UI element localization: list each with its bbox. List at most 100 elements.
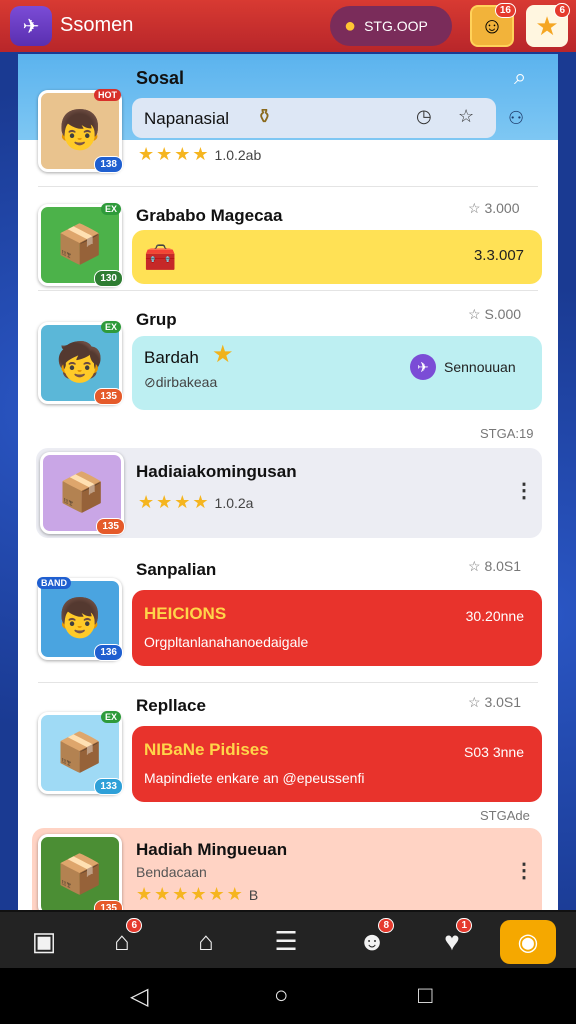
offer-card[interactable]: HEICIONS Orgpltanlanahanoedaigale 30.20n… — [132, 590, 542, 666]
footer-tag: STGAde — [480, 808, 530, 823]
price-value: 3.3.007 — [473, 247, 524, 264]
coin-person-icon: ● — [344, 14, 357, 37]
share-icon[interactable]: ⚇ — [508, 108, 524, 129]
score-value: S.000 — [484, 306, 522, 322]
thumb-top-tag: EX — [100, 203, 121, 215]
thumb-level: 138 — [94, 156, 123, 173]
coin-balance[interactable]: ● STG.OOP — [330, 6, 452, 46]
thumb-level: 136 — [94, 644, 123, 661]
nav-badge: 8 — [378, 918, 394, 933]
thumb-level: 135 — [94, 900, 123, 910]
item-title: Grababo Magecaa — [136, 206, 283, 225]
rating-text: 1.0.2a — [214, 495, 254, 511]
offer-card[interactable]: NIBaNe Pidises Mapindiete enkare an @epe… — [132, 726, 542, 802]
item-title: Hadiah Mingueuan — [136, 840, 288, 859]
favorite-icon[interactable]: ☆ — [458, 106, 474, 127]
nav-chat-icon[interactable]: ▣ — [24, 922, 64, 960]
star-badge: 6 — [554, 3, 570, 18]
star-icon: ★ — [212, 341, 234, 368]
item-subtitle: Bendacaan — [136, 864, 207, 880]
more-options-icon[interactable]: ⋮ — [514, 478, 534, 503]
rating-stars: ★★★★ 1.0.2ab — [138, 144, 262, 164]
top-bar: ✈ Ssomen ● STG.OOP ☺ 16 ★ 6 — [0, 0, 576, 52]
back-icon[interactable]: ◁ — [130, 982, 148, 1011]
score-label: ☆ S.000 — [468, 306, 522, 322]
nav-friends-icon[interactable]: ☻ 8 — [352, 918, 394, 960]
card-action: Sennouuan — [444, 359, 516, 375]
recents-icon[interactable]: □ — [418, 982, 433, 1010]
home-icon[interactable]: ○ — [274, 982, 289, 1010]
chest-icon: 📦 — [58, 472, 106, 514]
character-icon: 👦 — [56, 598, 104, 640]
bottom-navigation: ▣ ⌂ 6 ⌂ ☰ ☻ 8 ♥ 1 ◉ — [0, 910, 576, 968]
nav-menu-icon[interactable]: ☰ — [266, 922, 306, 960]
thumb-level: 133 — [94, 778, 123, 795]
nav-badge: 6 — [126, 918, 142, 933]
nav-store-icon[interactable]: ⌂ — [186, 922, 226, 960]
list-item[interactable]: 📦 135 Hadiah Mingueuan Bendacaan ★★★★★★ B… — [32, 828, 542, 910]
card-subtitle-text: dirbakeaa — [155, 374, 218, 390]
item-thumbnail[interactable]: 📦 EX 130 — [38, 203, 123, 287]
item-thumbnail[interactable]: 📦 EX 133 — [38, 711, 123, 795]
treasure-icon: 🧰 — [144, 242, 177, 272]
score-label: ☆ 3.0S1 — [468, 694, 522, 710]
divider — [38, 682, 538, 683]
thumb-level: 135 — [94, 388, 123, 405]
item-thumbnail[interactable]: 👦 HOT 138 — [38, 89, 123, 173]
card-subtitle: Mapindiete enkare an @epeussenfi — [144, 770, 365, 786]
nav-badge: 1 — [456, 918, 472, 933]
paper-plane-icon[interactable]: ✈ — [10, 6, 52, 46]
chest-icon: 📦 — [56, 732, 104, 774]
star-button[interactable]: ★ 6 — [526, 3, 570, 47]
rating-text: B — [248, 887, 259, 903]
page-title: Sosal — [136, 68, 185, 88]
list-item[interactable]: 📦 135 Hadiaiakomingusan ★★★★ 1.0.2a ⋮ — [36, 448, 542, 538]
character-icon: 👦 — [56, 110, 104, 152]
thumb-hot-tag: HOT — [94, 89, 121, 101]
score-value: 3.0S1 — [484, 694, 522, 710]
bag-icon: ⚱ — [256, 106, 273, 128]
thumb-level: 130 — [94, 270, 123, 287]
item-title: Repllace — [136, 696, 206, 715]
rating-stars: ★★★★★★ B — [136, 884, 259, 904]
score-label: ☆ 3.000 — [468, 200, 520, 216]
nav-location-icon[interactable]: ◉ — [500, 920, 556, 964]
search-field[interactable]: Napanasial ⚱ ◷ ☆ — [132, 98, 496, 138]
item-thumbnail[interactable]: 👦 BAND 136 — [37, 577, 123, 661]
divider — [38, 290, 538, 291]
system-navigation: ◁ ○ □ — [0, 968, 576, 1024]
thumb-top-tag: EX — [100, 321, 121, 333]
rating-text: 1.0.2ab — [214, 147, 262, 163]
info-card[interactable]: Bardah ★ ⊘dirbakeaa ✈ Sennouuan — [132, 336, 542, 410]
character-icon: 🧒 — [56, 342, 104, 384]
item-title: Sanpalian — [136, 560, 217, 579]
main-panel: 👦 HOT 138 Sosal ⌕ Napanasial ⚱ ◷ ☆ ⚇ ★★★… — [18, 54, 558, 910]
app-title: Ssomen — [60, 14, 134, 36]
card-price: 30.20nne — [465, 608, 524, 624]
rating-stars: ★★★★ 1.0.2a — [138, 492, 254, 512]
footer-tag: STGA:19 — [480, 426, 534, 441]
search-value: Napanasial — [144, 109, 230, 128]
card-subtitle: Orgpltanlanahanoedaigale — [144, 634, 309, 650]
item-title: Grup — [136, 310, 177, 329]
item-title: Hadiaiakomingusan — [136, 462, 297, 481]
price-card[interactable]: 🧰 3.3.007 — [132, 230, 542, 284]
chest-icon: 📦 — [56, 854, 104, 896]
nav-heart-icon[interactable]: ♥ 1 — [432, 918, 472, 960]
score-value: 8.0S1 — [484, 558, 522, 574]
card-subtitle: ⊘dirbakeaa — [144, 374, 218, 390]
score-value: 3.000 — [484, 200, 520, 216]
card-price: S03 3nne — [464, 744, 524, 760]
clock-icon[interactable]: ◷ — [416, 106, 432, 127]
item-thumbnail[interactable]: 🧒 EX 135 — [38, 321, 123, 405]
divider — [38, 186, 538, 187]
thumb-top-tag: BAND — [37, 577, 71, 589]
coin-amount: STG.OOP — [364, 18, 428, 34]
thumb-top-tag: EX — [100, 711, 121, 723]
card-title: NIBaNe Pidises — [144, 740, 269, 759]
item-thumbnail: 📦 135 — [40, 452, 125, 535]
nav-home-icon[interactable]: ⌂ 6 — [102, 918, 142, 960]
search-icon[interactable]: ⌕ — [514, 64, 526, 90]
more-options-icon[interactable]: ⋮ — [514, 858, 534, 883]
avatar[interactable]: ☺ 16 — [470, 3, 516, 47]
